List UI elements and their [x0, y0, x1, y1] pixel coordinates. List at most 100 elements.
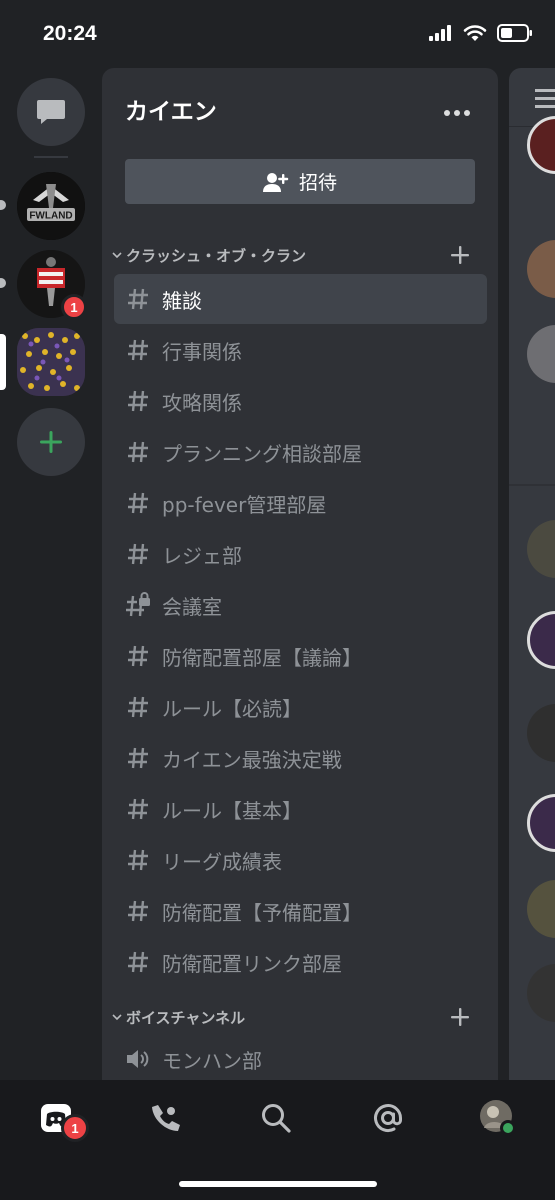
channel-label: レジェ部 [162, 543, 242, 568]
status-icons [429, 24, 533, 42]
server-icon-fwland[interactable]: FWLAND [17, 172, 85, 240]
server-name[interactable]: カイエン [125, 92, 217, 126]
tab-search[interactable] [246, 1098, 306, 1138]
hash-icon [114, 376, 162, 426]
wifi-icon [463, 25, 487, 41]
channel-item[interactable]: 防衛配置リンク部屋 [114, 937, 487, 987]
add-member-icon [262, 172, 289, 192]
channel-item[interactable]: 雑談 [114, 274, 487, 324]
category-voice-channels[interactable]: ボイスチャンネル [108, 1002, 488, 1032]
more-options-icon[interactable] [444, 110, 470, 116]
direct-messages-button[interactable] [17, 78, 85, 146]
locked-hash-icon [114, 580, 162, 630]
invite-label: 招待 [298, 172, 337, 194]
home-indicator [179, 1181, 377, 1187]
channel-label: 防衛配置部屋【議論】 [162, 645, 362, 670]
channel-label: 攻略関係 [162, 390, 242, 415]
hash-icon [114, 784, 162, 834]
channel-label: ルール【必読】 [162, 696, 302, 721]
category-label: クラッシュ・オブ・クラン [126, 246, 307, 265]
channel-label: 会議室 [162, 594, 222, 619]
channel-item[interactable]: 行事関係 [114, 325, 487, 375]
channel-item[interactable]: 防衛配置【予備配置】 [114, 886, 487, 936]
hash-icon [114, 733, 162, 783]
channel-item[interactable]: ルール【基本】 [114, 784, 487, 834]
channel-item[interactable]: カイエン最強決定戦 [114, 733, 487, 783]
chevron-down-icon [108, 251, 126, 259]
hash-icon [114, 682, 162, 732]
channel-label: プランニング相談部屋 [162, 441, 362, 466]
voice-channel-item[interactable]: モンハン部 [114, 1034, 487, 1080]
channel-label: 行事関係 [162, 339, 242, 364]
channel-item[interactable]: レジェ部 [114, 529, 487, 579]
channel-panel: カイエン 招待 クラッシュ・オブ・クラン 雑談 行事関係 攻略関係 プランニング… [102, 68, 498, 1080]
member-avatar [527, 520, 555, 578]
channel-label: 雑談 [162, 288, 202, 313]
home-unread-badge: 1 [61, 1114, 89, 1142]
channel-label: リーグ成績表 [162, 849, 282, 874]
channel-item[interactable]: 防衛配置部屋【議論】 [114, 631, 487, 681]
channel-label: カイエン最強決定戦 [162, 747, 342, 772]
hash-icon [114, 631, 162, 681]
fwland-logo: FWLAND [17, 172, 85, 240]
hash-icon [114, 886, 162, 936]
online-status-dot [500, 1120, 516, 1136]
signal-icon [429, 25, 451, 41]
chat-bubble-icon [37, 100, 65, 124]
hash-icon [114, 529, 162, 579]
member-avatar [527, 880, 555, 938]
member-avatar [527, 611, 555, 669]
tab-mentions[interactable] [358, 1098, 418, 1138]
tab-friends[interactable] [136, 1098, 196, 1138]
unread-indicator [0, 278, 6, 288]
channel-item[interactable]: リーグ成績表 [114, 835, 487, 885]
add-channel-icon[interactable] [450, 245, 470, 269]
tab-profile[interactable] [468, 1098, 528, 1138]
speaker-icon [114, 1034, 162, 1080]
channel-item[interactable]: 会議室 [114, 580, 487, 630]
channel-label: ルール【基本】 [162, 798, 302, 823]
selected-server-indicator [0, 334, 6, 390]
chevron-down-icon [108, 1013, 126, 1021]
channel-label: モンハン部 [162, 1048, 262, 1073]
server-rail: FWLAND 1 [0, 68, 102, 1080]
unread-indicator [0, 200, 6, 210]
member-avatar [527, 964, 555, 1022]
battery-icon [497, 24, 532, 42]
channel-item[interactable]: pp-fever管理部屋 [114, 478, 487, 528]
hash-icon [114, 478, 162, 528]
search-icon [262, 1104, 291, 1133]
status-bar: 20:24 [0, 0, 555, 68]
server-unread-badge: 1 [61, 294, 87, 320]
member-avatar [527, 704, 555, 762]
add-channel-icon[interactable] [450, 1007, 470, 1031]
member-avatar [527, 116, 555, 174]
add-server-button[interactable] [17, 408, 85, 476]
channel-label: 防衛配置リンク部屋 [162, 951, 342, 976]
mentions-icon [374, 1104, 402, 1133]
fwland-logo-text: FWLAND [29, 211, 72, 222]
member-avatar [527, 240, 555, 298]
hash-icon [114, 835, 162, 885]
channel-item[interactable]: 攻略関係 [114, 376, 487, 426]
member-avatar [527, 325, 555, 383]
channel-item[interactable]: ルール【必読】 [114, 682, 487, 732]
profile-avatar [480, 1100, 516, 1136]
member-avatar [527, 794, 555, 852]
server-icon-kaien[interactable] [17, 328, 85, 396]
status-time: 20:24 [43, 22, 97, 45]
invite-button[interactable]: 招待 [125, 159, 475, 204]
friends-icon [152, 1105, 180, 1131]
channel-label: pp-fever管理部屋 [162, 492, 327, 517]
rail-separator [34, 156, 68, 158]
kaien-server-image [17, 328, 85, 396]
hamburger-menu-icon [535, 89, 555, 108]
channel-item[interactable]: プランニング相談部屋 [114, 427, 487, 477]
plus-icon [40, 431, 62, 453]
channel-label: 防衛配置【予備配置】 [162, 900, 362, 925]
hash-icon [114, 427, 162, 477]
category-clash-of-clans[interactable]: クラッシュ・オブ・クラン [108, 240, 488, 270]
hash-icon [114, 274, 162, 324]
chat-peek-panel[interactable] [509, 68, 555, 1080]
hash-icon [114, 325, 162, 375]
